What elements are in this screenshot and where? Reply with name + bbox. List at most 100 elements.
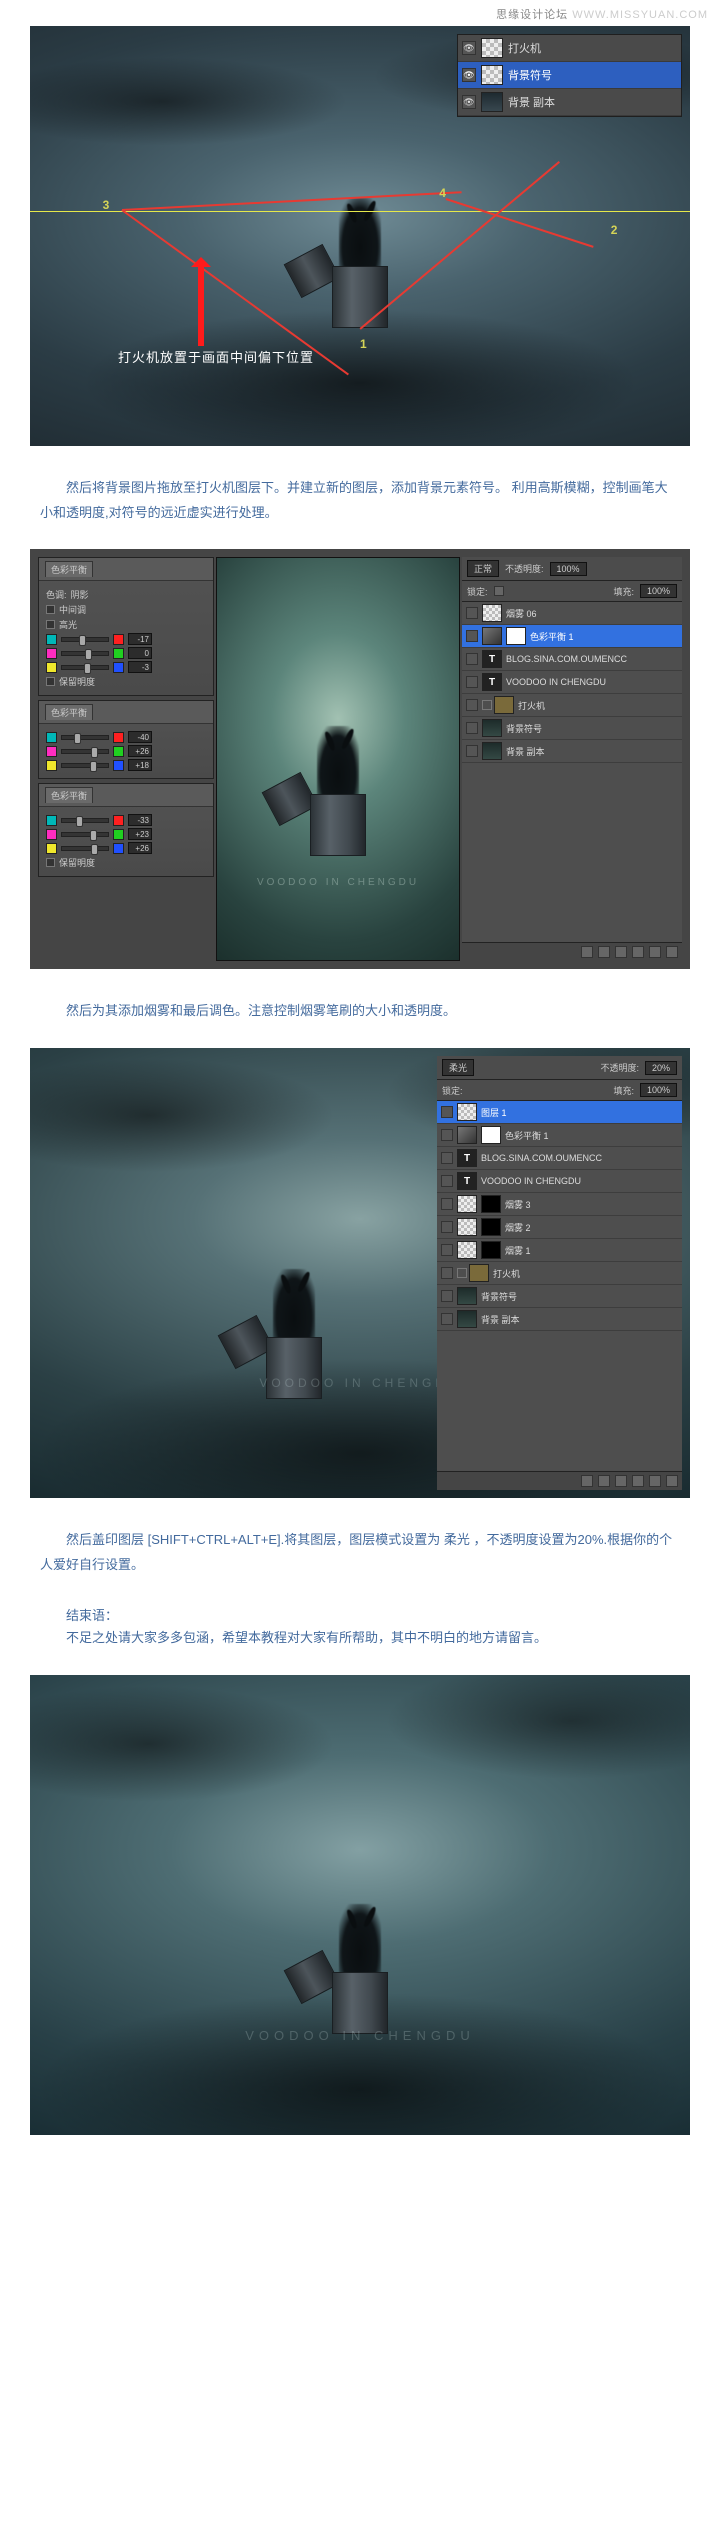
panel-tab[interactable]: 色彩平衡 xyxy=(45,704,93,720)
trash-icon[interactable] xyxy=(666,946,678,958)
tone-mid[interactable]: 中间调 xyxy=(59,603,86,616)
layer-row[interactable]: 背景 副本 xyxy=(437,1308,682,1331)
slider[interactable] xyxy=(61,637,109,642)
group-icon[interactable] xyxy=(632,946,644,958)
adj-icon[interactable] xyxy=(615,946,627,958)
mask-thumb xyxy=(481,1218,501,1236)
panel-tab[interactable]: 色彩平衡 xyxy=(45,561,93,577)
slider[interactable] xyxy=(61,665,109,670)
visibility-icon[interactable] xyxy=(441,1129,453,1141)
blend-dropdown[interactable]: 柔光 xyxy=(442,1059,474,1076)
slider[interactable] xyxy=(61,749,109,754)
blend-dropdown[interactable]: 正常 xyxy=(467,560,499,577)
val[interactable]: -40 xyxy=(128,731,152,743)
val[interactable]: -33 xyxy=(128,814,152,826)
visibility-icon[interactable]: 👁 xyxy=(462,41,476,55)
new-icon[interactable] xyxy=(649,1475,661,1487)
visibility-icon[interactable] xyxy=(441,1175,453,1187)
val[interactable]: 0 xyxy=(128,647,152,659)
closing-label: 结束语： xyxy=(0,1601,720,1624)
layer-row[interactable]: 烟雾 2 xyxy=(437,1216,682,1239)
adj-icon[interactable] xyxy=(615,1475,627,1487)
page-watermark: 思缘设计论坛 WWW.MISSYUAN.COM xyxy=(0,0,720,26)
layer-thumb xyxy=(457,1310,477,1328)
layer-row[interactable]: 打火机 xyxy=(462,694,682,717)
layer-name: 打火机 xyxy=(493,1267,520,1280)
slider[interactable] xyxy=(61,846,109,851)
layer-thumb xyxy=(457,1241,477,1259)
tone-shadow[interactable]: 阴影 xyxy=(71,588,89,601)
visibility-icon[interactable] xyxy=(441,1198,453,1210)
yellow-swatch xyxy=(46,843,57,854)
val[interactable]: +18 xyxy=(128,759,152,771)
visibility-icon[interactable]: 👁 xyxy=(462,68,476,82)
layer-row[interactable]: 烟雾 1 xyxy=(437,1239,682,1262)
mask-icon[interactable] xyxy=(598,946,610,958)
visibility-icon[interactable]: 👁 xyxy=(462,95,476,109)
trash-icon[interactable] xyxy=(666,1475,678,1487)
adj-thumb xyxy=(457,1126,477,1144)
slider[interactable] xyxy=(61,735,109,740)
layer-row[interactable]: 烟雾 06 xyxy=(462,602,682,625)
visibility-icon[interactable] xyxy=(466,699,478,711)
val[interactable]: +26 xyxy=(128,745,152,757)
visibility-icon[interactable] xyxy=(466,676,478,688)
layer-row[interactable]: 👁 背景符号 xyxy=(458,62,681,89)
group-icon[interactable] xyxy=(632,1475,644,1487)
layer-row[interactable]: 图层 1 xyxy=(437,1101,682,1124)
layer-row[interactable]: TBLOG.SINA.COM.OUMENCC xyxy=(437,1147,682,1170)
slider[interactable] xyxy=(61,651,109,656)
checkbox-icon[interactable] xyxy=(46,858,55,867)
layer-list: 烟雾 06色彩平衡 1TBLOG.SINA.COM.OUMENCCTVOODOO… xyxy=(462,602,682,942)
layer-row[interactable]: 色彩平衡 1 xyxy=(462,625,682,648)
visibility-icon[interactable] xyxy=(466,607,478,619)
layer-row[interactable]: 背景符号 xyxy=(462,717,682,740)
visibility-icon[interactable] xyxy=(441,1290,453,1302)
new-icon[interactable] xyxy=(649,946,661,958)
slider[interactable] xyxy=(61,832,109,837)
tone-high[interactable]: 高光 xyxy=(59,618,77,631)
radio-icon[interactable] xyxy=(46,605,55,614)
val[interactable]: -3 xyxy=(128,661,152,673)
fill-value[interactable]: 100% xyxy=(640,584,677,598)
layer-row[interactable]: TBLOG.SINA.COM.OUMENCC xyxy=(462,648,682,671)
slider[interactable] xyxy=(61,763,109,768)
layer-row[interactable]: 色彩平衡 1 xyxy=(437,1124,682,1147)
figure-2: VOODOO IN CHENGDU 色彩平衡 色调: 阴影 中间调 高光 -17… xyxy=(30,549,690,969)
visibility-icon[interactable] xyxy=(466,722,478,734)
layer-row[interactable]: TVOODOO IN CHENGDU xyxy=(437,1170,682,1193)
visibility-icon[interactable] xyxy=(441,1152,453,1164)
layer-row[interactable]: TVOODOO IN CHENGDU xyxy=(462,671,682,694)
lock-icon[interactable] xyxy=(494,586,504,596)
opacity-value[interactable]: 100% xyxy=(550,562,587,576)
layer-row[interactable]: 打火机 xyxy=(437,1262,682,1285)
visibility-icon[interactable] xyxy=(466,630,478,642)
visibility-icon[interactable] xyxy=(441,1221,453,1233)
checkbox-icon[interactable] xyxy=(46,677,55,686)
visibility-icon[interactable] xyxy=(441,1313,453,1325)
visibility-icon[interactable] xyxy=(466,745,478,757)
visibility-icon[interactable] xyxy=(441,1267,453,1279)
layer-row[interactable]: 背景符号 xyxy=(437,1285,682,1308)
opacity-value[interactable]: 20% xyxy=(645,1061,677,1075)
preserve-lum[interactable]: 保留明度 xyxy=(59,856,95,869)
mask-icon[interactable] xyxy=(598,1475,610,1487)
layer-row[interactable]: 背景 副本 xyxy=(462,740,682,763)
fx-icon[interactable] xyxy=(581,946,593,958)
layers-header: 正常 不透明度: 100% xyxy=(462,557,682,581)
radio-icon[interactable] xyxy=(46,620,55,629)
visibility-icon[interactable] xyxy=(441,1244,453,1256)
layer-row[interactable]: 👁 背景 副本 xyxy=(458,89,681,116)
fill-value[interactable]: 100% xyxy=(640,1083,677,1097)
slider[interactable] xyxy=(61,818,109,823)
layer-row[interactable]: 👁 打火机 xyxy=(458,35,681,62)
visibility-icon[interactable] xyxy=(466,653,478,665)
panel-tab[interactable]: 色彩平衡 xyxy=(45,787,93,803)
val[interactable]: +26 xyxy=(128,842,152,854)
visibility-icon[interactable] xyxy=(441,1106,453,1118)
layer-row[interactable]: 烟雾 3 xyxy=(437,1193,682,1216)
val[interactable]: +23 xyxy=(128,828,152,840)
preserve-lum[interactable]: 保留明度 xyxy=(59,675,95,688)
val[interactable]: -17 xyxy=(128,633,152,645)
fx-icon[interactable] xyxy=(581,1475,593,1487)
